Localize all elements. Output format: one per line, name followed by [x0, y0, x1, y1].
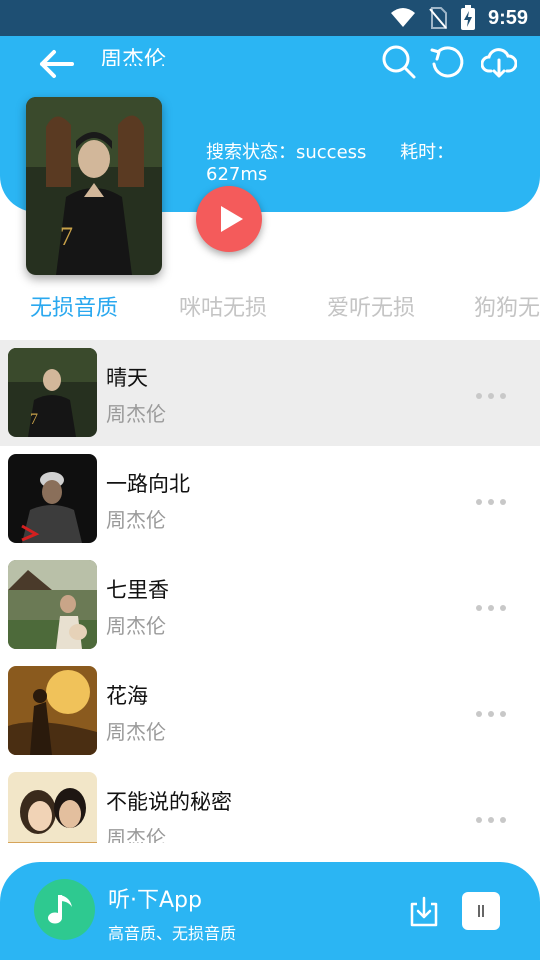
search-status-text: 搜索状态：success	[206, 142, 367, 163]
album-cover: 7	[26, 97, 162, 275]
song-artist: 周杰伦	[106, 720, 166, 744]
song-cover	[8, 772, 97, 843]
song-title: 花海	[106, 684, 148, 708]
svg-text:7: 7	[30, 411, 38, 428]
song-cover: 7	[8, 348, 97, 437]
play-icon	[221, 206, 243, 232]
search-icon[interactable]	[381, 44, 417, 80]
app-name: 听·下App	[108, 888, 202, 913]
song-artist: 周杰伦	[106, 508, 166, 532]
pause-button[interactable]	[462, 892, 500, 930]
song-artist: 周杰伦	[106, 402, 166, 426]
song-title: 不能说的秘密	[106, 790, 232, 814]
bottom-app-bar[interactable]: 听·下App 高音质、无损音质	[0, 862, 540, 960]
song-list: 7 晴天 周杰伦 一路向北 周杰伦 七里香 周杰伦 花海 周杰伦 不能说的秘密	[0, 340, 540, 843]
status-icons: 9:59	[390, 5, 528, 31]
refresh-icon[interactable]	[429, 44, 465, 80]
source-tabs: 无损音质 咪咕无损 爱听无损 狗狗无	[0, 290, 540, 330]
more-options-icon[interactable]	[476, 808, 512, 823]
clock: 9:59	[487, 6, 528, 29]
song-cover	[8, 560, 97, 649]
song-row[interactable]: 一路向北 周杰伦	[0, 446, 540, 552]
battery-charging-icon	[460, 5, 475, 30]
more-options-icon[interactable]	[476, 384, 512, 399]
song-row[interactable]: 不能说的秘密 周杰伦	[0, 764, 540, 843]
song-cover	[8, 454, 97, 543]
song-cover	[8, 666, 97, 755]
more-options-icon[interactable]	[476, 596, 512, 611]
music-note-icon	[48, 895, 72, 924]
tab-migu-lossless[interactable]: 咪咕无损	[179, 290, 267, 322]
tab-lossless[interactable]: 无损音质	[30, 290, 118, 322]
song-title: 晴天	[106, 366, 148, 390]
more-options-icon[interactable]	[476, 490, 512, 505]
more-options-icon[interactable]	[476, 702, 512, 717]
back-arrow-icon[interactable]	[36, 48, 76, 80]
status-bar: 9:59	[0, 0, 540, 36]
app-logo	[34, 879, 95, 940]
app-description: 高音质、无损音质	[108, 924, 237, 943]
song-row[interactable]: 花海 周杰伦	[0, 658, 540, 764]
download-icon[interactable]	[408, 896, 440, 928]
no-sim-icon	[429, 7, 447, 29]
wifi-icon	[390, 8, 415, 27]
song-artist: 周杰伦	[106, 826, 166, 843]
play-all-button[interactable]	[196, 186, 262, 252]
tab-aiting-lossless[interactable]: 爱听无损	[327, 290, 415, 322]
page-title: 周杰伦	[100, 48, 167, 66]
song-row[interactable]: 七里香 周杰伦	[0, 552, 540, 658]
svg-text:7: 7	[60, 222, 73, 251]
song-title: 一路向北	[106, 472, 190, 496]
song-title: 七里香	[106, 578, 169, 602]
search-status: 搜索状态：success 耗时：627ms	[206, 138, 540, 185]
cloud-download-icon[interactable]	[481, 44, 517, 80]
song-row[interactable]: 7 晴天 周杰伦	[0, 340, 540, 446]
song-artist: 周杰伦	[106, 614, 166, 638]
tab-gougou-lossless[interactable]: 狗狗无	[474, 290, 540, 322]
